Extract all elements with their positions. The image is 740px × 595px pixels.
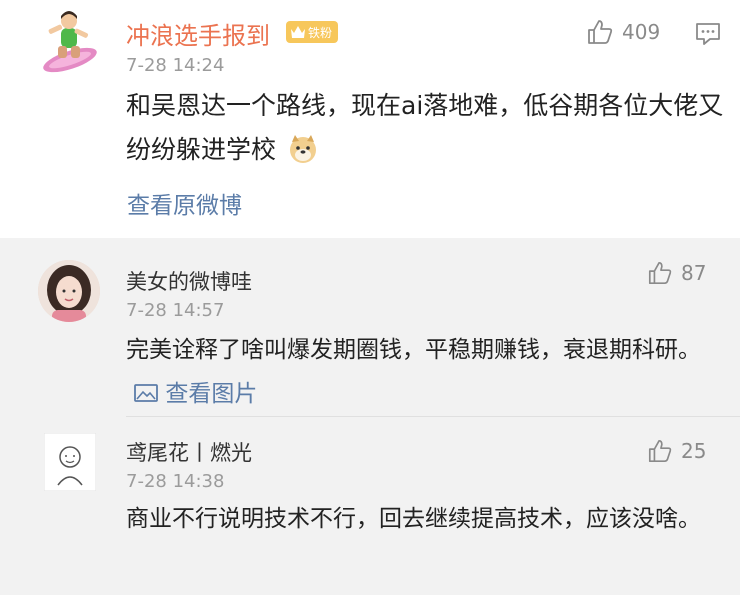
like-button[interactable]: 87 — [647, 260, 706, 286]
like-count: 409 — [622, 20, 661, 44]
fan-badge: 铁粉 — [286, 21, 339, 43]
divider — [126, 416, 740, 417]
thumbs-up-icon — [588, 20, 613, 44]
surfer-icon — [43, 11, 97, 73]
username[interactable]: 美女的微博哇 — [126, 266, 252, 296]
timestamp: 7-28 14:38 — [126, 471, 225, 492]
username[interactable]: 冲浪选手报到 — [126, 16, 270, 51]
comment-text: 完美诠释了啥叫爆发期圈钱，平稳期赚钱，衰退期科研。 查看图片 — [126, 328, 716, 416]
reply-button[interactable] — [694, 20, 722, 52]
thumbs-up-icon — [648, 439, 672, 463]
sketch-avatar-icon — [44, 433, 96, 491]
replies-section: 美女的微博哇 7-28 14:57 87 完美诠释了啥叫爆发期圈钱，平稳期赚钱，… — [0, 238, 740, 595]
comment-text: 和吴恩达一个路线，现在ai落地难，低谷期各位大佬又纷纷躲进学校 — [126, 84, 726, 178]
view-original-link[interactable]: 查看原微博 — [127, 186, 242, 220]
timestamp: 7-28 14:57 — [126, 300, 225, 321]
timestamp: 7-28 14:24 — [126, 55, 225, 76]
avatar[interactable] — [38, 260, 100, 322]
crown-icon — [291, 26, 305, 38]
image-icon — [134, 384, 158, 402]
view-image-link[interactable]: 查看图片 — [134, 381, 257, 407]
main-comment: 冲浪选手报到 铁粉 7-28 14:24 409 和吴恩达一个路线，现在ai落地… — [0, 0, 740, 238]
like-button[interactable]: 409 — [586, 18, 660, 46]
user-photo-icon — [38, 260, 100, 322]
doge-emoji-icon — [288, 134, 318, 178]
view-image-label: 查看图片 — [165, 381, 258, 407]
thumbs-up-icon — [648, 261, 672, 285]
surfer-avatar[interactable] — [36, 8, 102, 74]
comment-text-content: 和吴恩达一个路线，现在ai落地难，低谷期各位大佬又纷纷躲进学校 — [126, 91, 724, 164]
like-button[interactable]: 25 — [647, 438, 706, 464]
badge-label: 铁粉 — [308, 25, 333, 40]
username[interactable]: 鸢尾花丨燃光 — [126, 437, 252, 467]
comment-text-content: 完美诠释了啥叫爆发期圈钱，平稳期赚钱，衰退期科研。 — [126, 337, 701, 363]
avatar[interactable] — [44, 433, 96, 491]
like-count: 25 — [681, 439, 707, 463]
like-count: 87 — [681, 261, 707, 285]
comment-text: 商业不行说明技术不行，回去继续提高技术，应该没啥。 — [126, 506, 701, 532]
comment-icon — [696, 23, 720, 45]
